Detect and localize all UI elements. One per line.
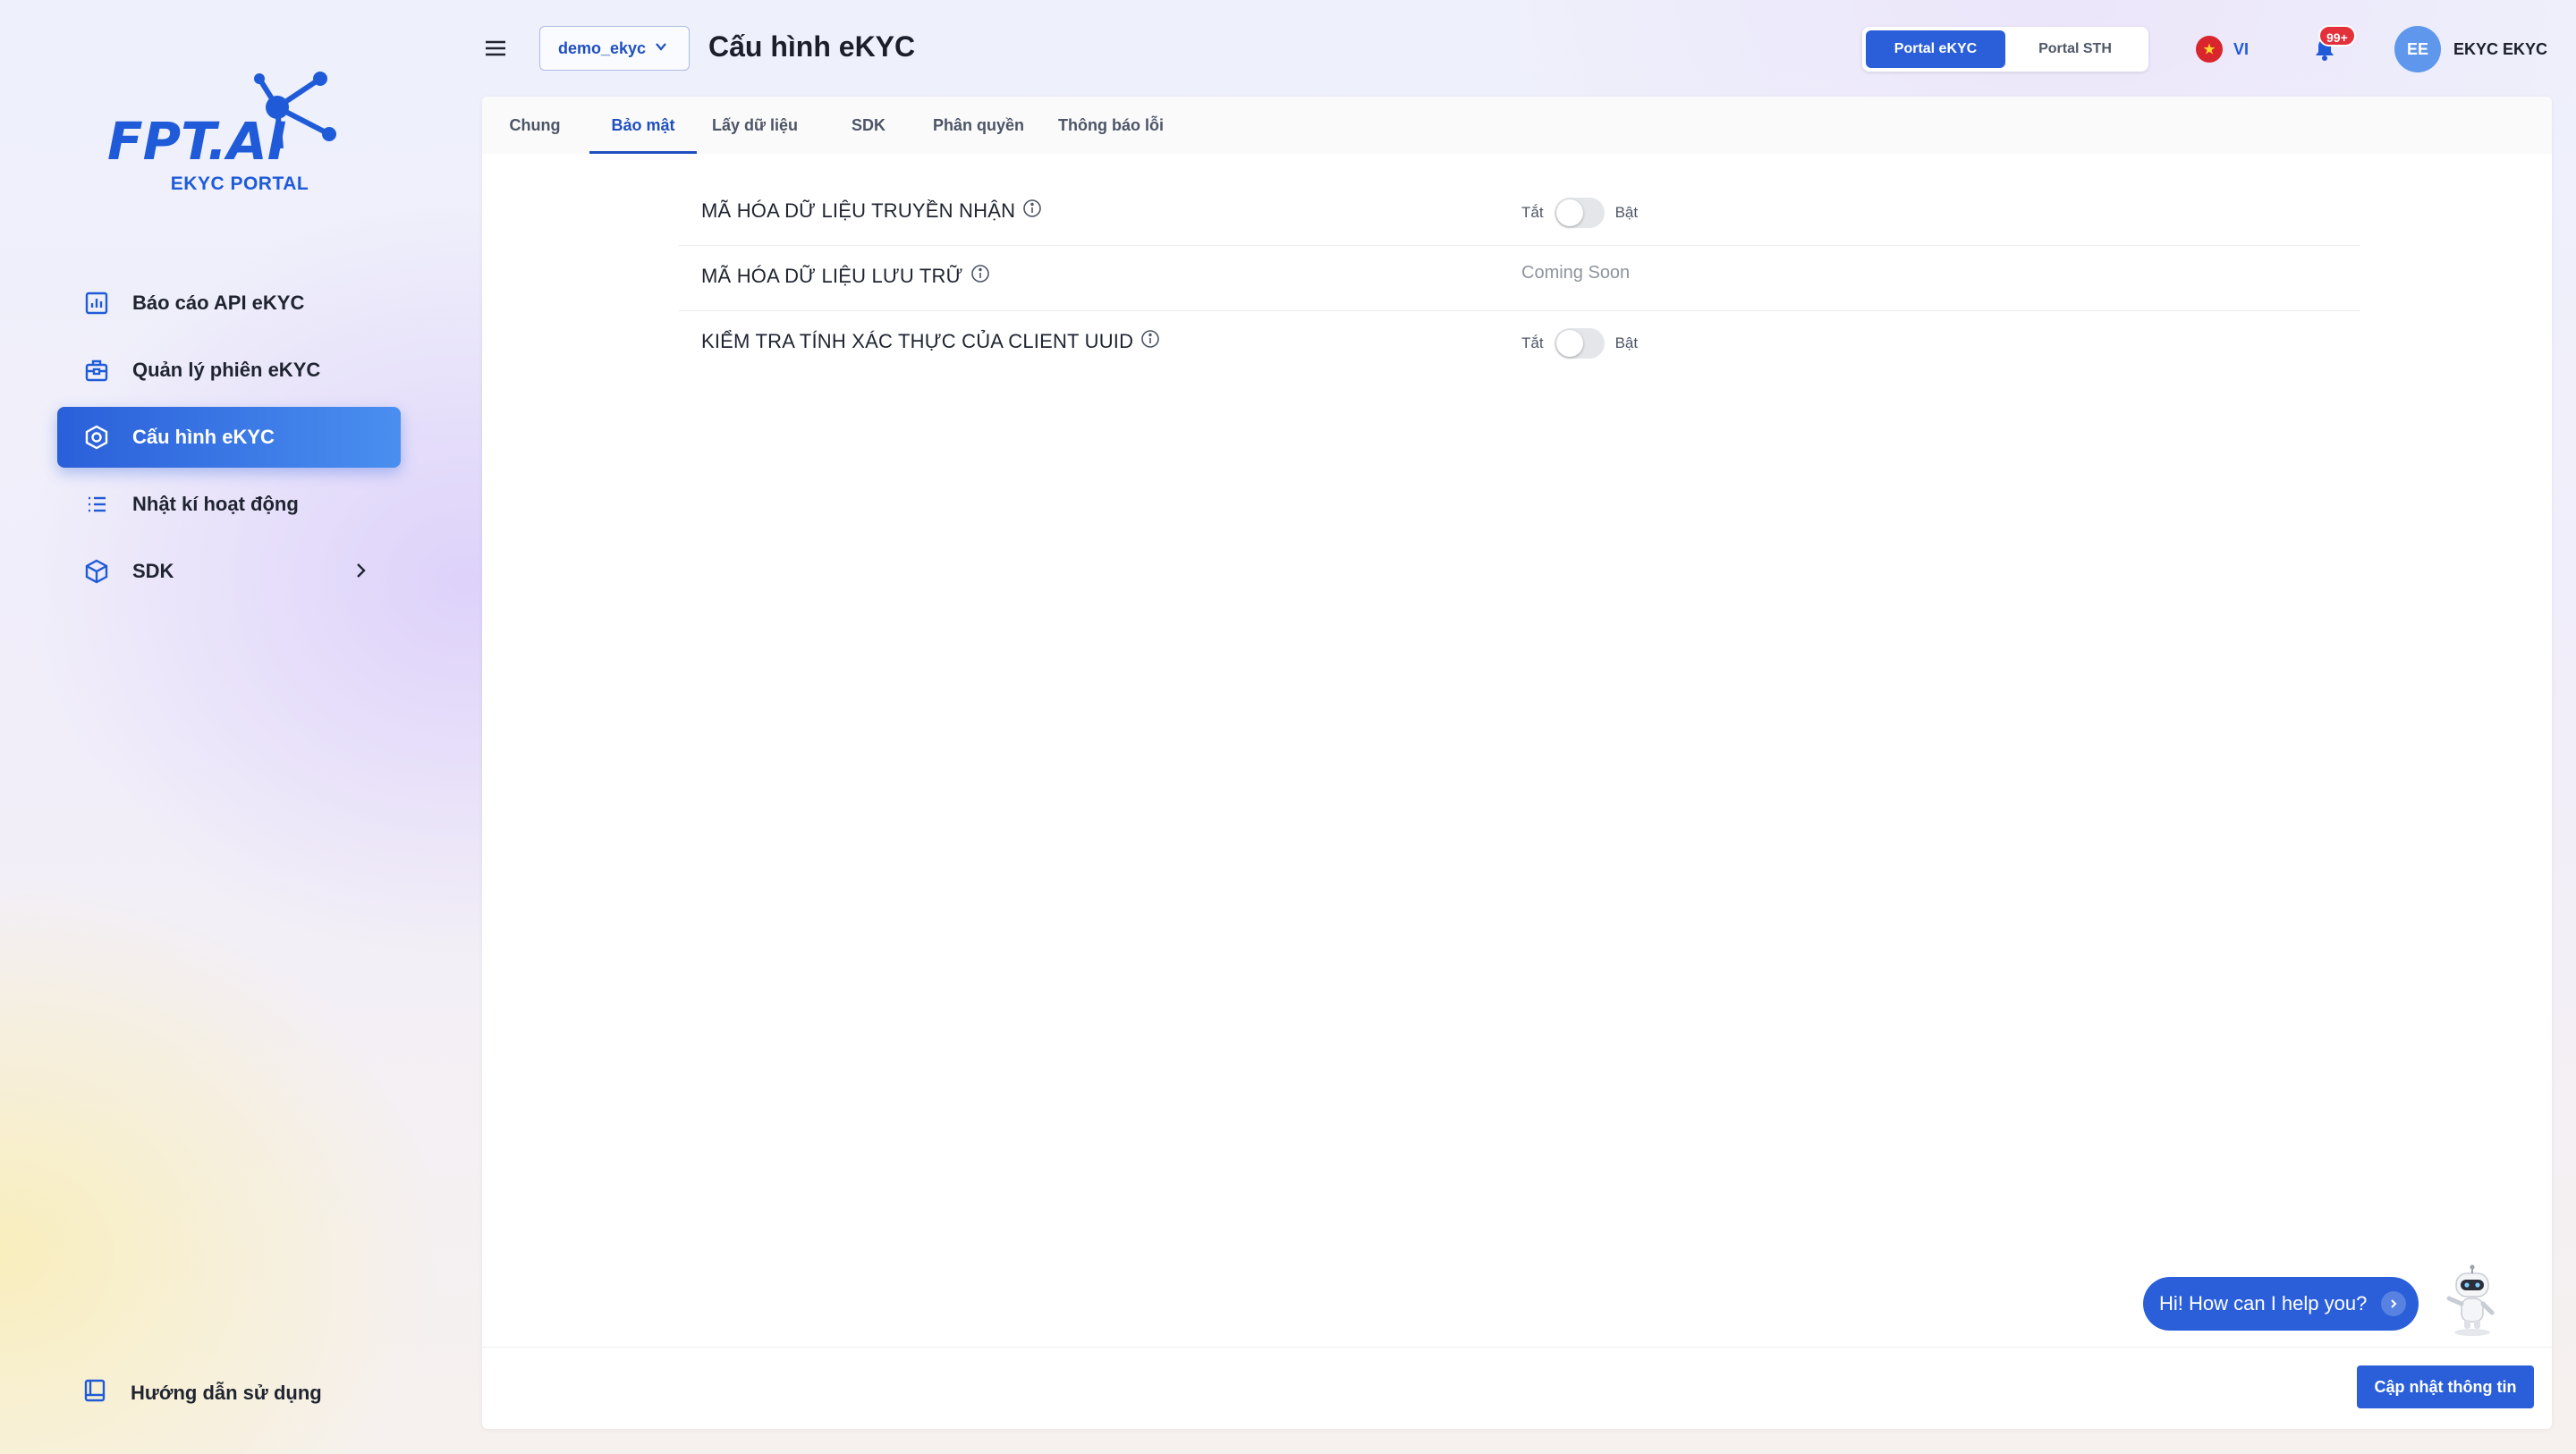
toggle-knob [1555,330,1583,357]
user-guide-label: Hướng dẫn sử dụng [131,1381,322,1404]
update-info-button[interactable]: Cập nhật thông tin [2357,1365,2534,1408]
sidebar-item-label: Cấu hình eKYC [132,426,275,448]
sidebar-item-label: Nhật kí hoạt động [132,493,299,515]
language-switcher[interactable]: VI [2196,36,2249,63]
toggle-on-label: Bật [1614,334,1639,351]
toggle-on-label: Bật [1614,204,1639,221]
page-title: Cấu hình eKYC [708,30,916,63]
project-select-value: demo_ekyc [558,38,647,57]
list-icon [82,490,111,519]
sidebar-item-label: Quản lý phiên eKYC [132,359,321,381]
sidebar-item-session-management[interactable]: Quản lý phiên eKYC [57,340,401,401]
setting-label: MÃ HÓA DỮ LIỆU TRUYỀN NHẬN [701,199,1042,224]
portal-sth-button[interactable]: Portal STH [2005,30,2145,68]
tab-error-notifications[interactable]: Thông báo lỗi [1055,97,1167,154]
client-uuid-check-toggle[interactable] [1554,328,1605,359]
language-code: VI [2233,39,2250,58]
chat-prompt-text: Hi! How can I help you? [2159,1292,2368,1315]
sidebar-item-sdk[interactable]: SDK [57,541,401,602]
hamburger-menu-icon[interactable] [483,36,508,61]
chevron-down-icon [646,38,669,59]
cube-icon [82,557,111,586]
fpt-ai-logo[interactable]: FPT.AI EKYC PORTAL [106,70,356,204]
chat-prompt-bubble[interactable]: Hi! How can I help you? [2143,1277,2419,1331]
sidebar: FPT.AI EKYC PORTAL Báo cáo API eKYC Quản… [0,0,465,1454]
setting-row-transmission-encryption: MÃ HÓA DỮ LIỆU TRUYỀN NHẬN Tắt Bật [679,181,2360,246]
info-icon[interactable] [1133,329,1160,354]
user-guide-link[interactable]: Hướng dẫn sử dụng [82,1378,322,1408]
user-menu[interactable]: EE EKYC EKYC [2394,26,2547,72]
setting-label: KIỂM TRA TÍNH XÁC THỰC CỦA CLIENT UUID [701,329,1160,354]
setting-control: Tắt Bật [1521,198,1638,228]
sidebar-item-api-report[interactable]: Báo cáo API eKYC [57,273,401,334]
sidebar-item-label: Báo cáo API eKYC [132,292,305,314]
tab-data-retrieval[interactable]: Lấy dữ liệu [706,97,804,154]
setting-label: MÃ HÓA DỮ LIỆU LƯU TRỮ [701,264,990,289]
info-icon[interactable] [963,264,990,289]
setting-label-text: KIỂM TRA TÍNH XÁC THỰC CỦA CLIENT UUID [701,330,1134,352]
setting-control: Coming Soon [1521,263,1630,283]
sidebar-item-activity-log[interactable]: Nhật kí hoạt động [57,474,401,535]
portal-switch: Portal eKYC Portal STH [1862,27,2148,72]
toggle-knob [1555,199,1583,226]
logo-mark: FPT.AI [107,72,336,159]
setting-row-storage-encryption: MÃ HÓA DỮ LIỆU LƯU TRỮ Coming Soon [679,246,2360,311]
chevron-right-icon [351,561,370,585]
notification-badge: 99+ [2318,25,2356,46]
portal-name: EKYC PORTAL [170,173,309,194]
toggle-off-label: Tắt [1521,204,1544,221]
tab-bar: Chung Bảo mật Lấy dữ liệu SDK Phân quyền… [482,97,2552,154]
user-name: EKYC EKYC [2453,39,2548,58]
sidebar-item-label: SDK [132,560,174,582]
info-icon[interactable] [1015,199,1042,224]
coming-soon-text: Coming Soon [1521,263,1631,283]
setting-row-client-uuid-check: KIỂM TRA TÍNH XÁC THỰC CỦA CLIENT UUID T… [679,311,2360,376]
security-settings: MÃ HÓA DỮ LIỆU TRUYỀN NHẬN Tắt Bật MÃ HÓ… [679,181,2360,376]
settings-hexagon-icon [82,423,111,452]
book-icon [82,1378,107,1408]
chatbot-robot-icon[interactable] [2436,1263,2508,1338]
toggle-off-label: Tắt [1521,334,1544,351]
settings-card: Chung Bảo mật Lấy dữ liệu SDK Phân quyền… [482,97,2552,1429]
tab-permissions[interactable]: Phân quyền [929,97,1028,154]
chart-icon [82,289,111,317]
setting-label-text: MÃ HÓA DỮ LIỆU TRUYỀN NHẬN [701,199,1016,222]
briefcase-icon [82,356,111,385]
sidebar-nav: Báo cáo API eKYC Quản lý phiên eKYC Cấu … [57,273,401,608]
setting-control: Tắt Bật [1521,328,1638,359]
avatar: EE [2394,26,2441,72]
card-footer: Cập nhật thông tin [482,1347,2552,1429]
transmission-encryption-toggle[interactable] [1554,198,1605,228]
chevron-right-icon [2381,1291,2406,1316]
logo-text: FPT.AI [107,111,286,159]
sidebar-item-ekyc-config[interactable]: Cấu hình eKYC [57,407,401,468]
tab-general[interactable]: Chung [500,97,570,154]
vietnam-flag-icon [2196,36,2223,63]
tab-security[interactable]: Bảo mật [589,97,697,154]
setting-label-text: MÃ HÓA DỮ LIỆU LƯU TRỮ [701,265,963,287]
tab-sdk[interactable]: SDK [836,97,901,154]
portal-ekyc-button[interactable]: Portal eKYC [1866,30,2005,68]
project-select[interactable]: demo_ekyc [539,26,690,71]
